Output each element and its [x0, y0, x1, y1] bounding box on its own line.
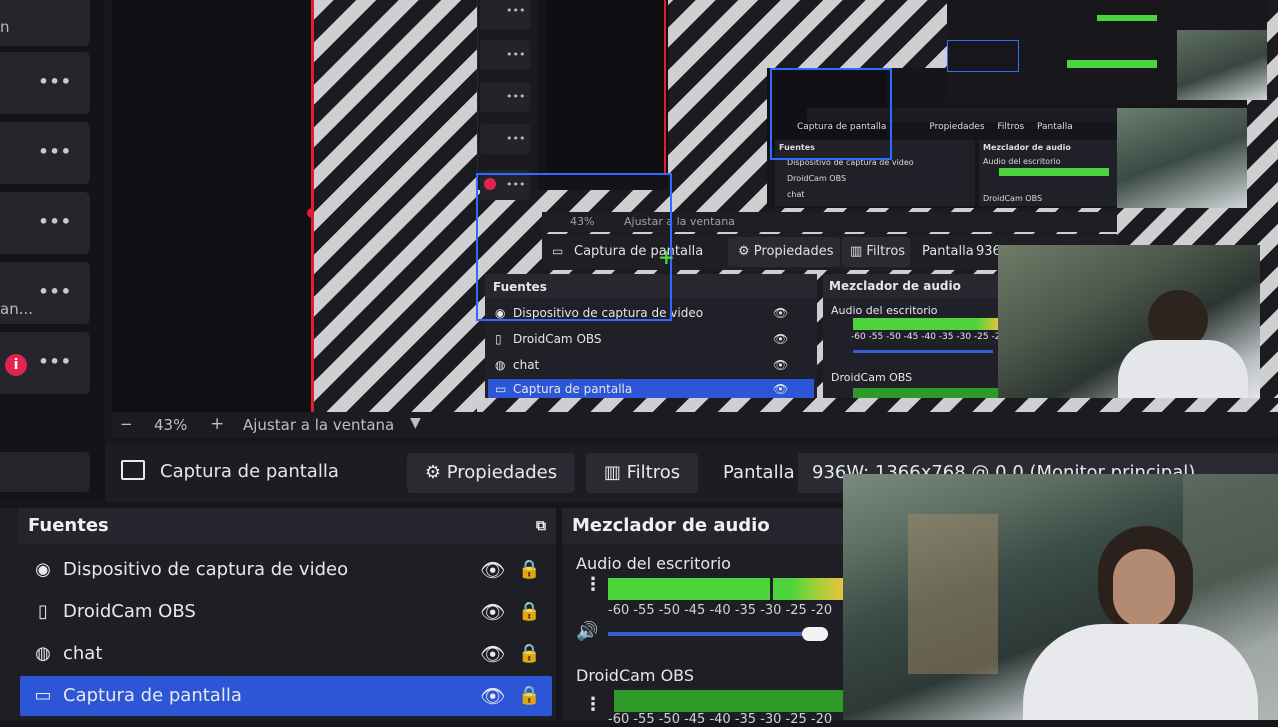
lock-icon[interactable]: 🔒	[518, 676, 540, 716]
mini2-selection-box	[770, 68, 892, 160]
lock-icon[interactable]: 🔒	[518, 550, 540, 590]
visibility-eye-icon[interactable]: 👁	[480, 676, 505, 716]
audio-level-meter	[608, 578, 843, 600]
preview-canvas[interactable]: ••• ••• ••• ••• ••• 43% Ajustar a la ven…	[112, 0, 1278, 412]
source-item-label: Dispositivo de captura de video	[63, 559, 349, 580]
scene-item-label: an...	[0, 300, 34, 318]
volume-slider[interactable]	[608, 632, 828, 636]
audio-level-meter	[614, 690, 843, 712]
sources-title: Fuentes	[28, 515, 109, 536]
more-icon[interactable]: •••	[38, 74, 72, 90]
mini3-window	[947, 0, 1267, 100]
source-item-label: DroidCam OBS	[63, 601, 196, 622]
zoom-out-button[interactable]: −	[120, 415, 133, 433]
filters-label: Filtros	[626, 462, 681, 483]
source-item-label: chat	[63, 643, 103, 664]
chevron-down-icon[interactable]: ▼	[410, 415, 421, 431]
source-item[interactable]: ◉ Dispositivo de captura de video 👁 🔒	[20, 550, 552, 590]
more-icon[interactable]: •••	[38, 144, 72, 160]
visibility-eye-icon[interactable]: 👁	[480, 550, 505, 590]
scene-item[interactable]: •••	[0, 122, 90, 184]
scenes-strip: n ••• ••• ••• an... ••• i •••	[0, 0, 105, 500]
source-item[interactable]: ▯ DroidCam OBS 👁 🔒	[20, 592, 552, 632]
fit-window-select[interactable]: Ajustar a la ventana	[243, 416, 394, 434]
properties-label: Propiedades	[446, 462, 558, 483]
mixer-channel-name: DroidCam OBS	[576, 666, 695, 685]
meter-peak	[770, 578, 773, 600]
globe-icon: ◍	[35, 643, 51, 664]
scene-item-label: n	[0, 18, 10, 36]
scene-item[interactable]: an... •••	[0, 262, 90, 324]
filters-button[interactable]: ▥ Filtros	[586, 453, 698, 493]
zoom-bar: − 43% + Ajustar a la ventana ▼	[112, 412, 1278, 438]
visibility-eye-icon[interactable]: 👁	[480, 634, 505, 674]
filters-icon: ▥	[603, 462, 621, 483]
record-indicator-icon: i	[5, 354, 27, 376]
mini-mixer-panel: Mezclador de audio Audio del escritorio …	[823, 274, 1006, 399]
audio-mixer-panel: Mezclador de audio Audio del escritorio …	[562, 508, 843, 727]
mini-webcam-feed	[998, 245, 1260, 401]
more-icon[interactable]: •••	[38, 214, 72, 230]
current-source-name: Captura de pantalla	[160, 461, 339, 482]
crosshair-icon: +	[658, 245, 675, 269]
channel-menu-icon[interactable]: ⋮	[584, 576, 602, 594]
screen-label: Pantalla	[723, 462, 795, 483]
zoom-level: 43%	[154, 416, 188, 434]
volume-slider-handle[interactable]	[802, 627, 828, 641]
monitor-icon: ▭	[34, 685, 52, 706]
source-item-selected[interactable]: ▭ Captura de pantalla 👁 🔒	[20, 676, 552, 716]
lock-icon[interactable]: 🔒	[518, 634, 540, 674]
mixer-channel-name: Audio del escritorio	[576, 554, 731, 573]
lock-icon[interactable]: 🔒	[518, 592, 540, 632]
preview-dark-region	[112, 0, 312, 412]
webcam-person-body	[1023, 624, 1258, 720]
scene-item[interactable]: •••	[0, 192, 90, 254]
sources-panel-header: Fuentes ⧉	[18, 508, 556, 544]
properties-button[interactable]: ⚙ Propiedades	[407, 453, 575, 493]
camera-icon: ◉	[35, 559, 51, 580]
undock-icon[interactable]: ⧉	[536, 508, 546, 544]
webcam-background-shelf	[908, 514, 998, 674]
scene-item[interactable]: i •••	[0, 332, 90, 394]
mixer-title: Mezclador de audio	[572, 515, 770, 536]
scene-item[interactable]: n	[0, 0, 90, 46]
stripes-band	[477, 398, 1278, 412]
file-icon: ▯	[38, 601, 48, 622]
monitor-icon	[121, 460, 145, 480]
meter-scale: -60 -55 -50 -45 -40 -35 -30 -25 -20	[608, 603, 833, 618]
source-item[interactable]: ◍ chat 👁 🔒	[20, 634, 552, 674]
scene-item[interactable]: •••	[0, 52, 90, 114]
webcam-person-face	[1113, 549, 1175, 627]
zoom-in-button[interactable]: +	[210, 414, 224, 434]
speaker-icon[interactable]: 🔊	[576, 621, 598, 642]
visibility-eye-icon[interactable]: 👁	[480, 592, 505, 632]
gear-icon: ⚙	[424, 462, 441, 483]
selection-box[interactable]	[476, 173, 672, 321]
mini-bounding-line	[664, 0, 666, 175]
more-icon[interactable]: •••	[38, 354, 72, 370]
mixer-header: Mezclador de audio	[562, 508, 843, 544]
source-item-label: Captura de pantalla	[63, 685, 242, 706]
webcam-feed	[843, 474, 1278, 720]
more-icon[interactable]: •••	[38, 284, 72, 300]
channel-menu-icon[interactable]: ⋮	[584, 694, 602, 715]
sources-panel: Fuentes ⧉ ◉ Dispositivo de captura de vi…	[0, 508, 556, 720]
scene-item[interactable]	[0, 452, 90, 492]
